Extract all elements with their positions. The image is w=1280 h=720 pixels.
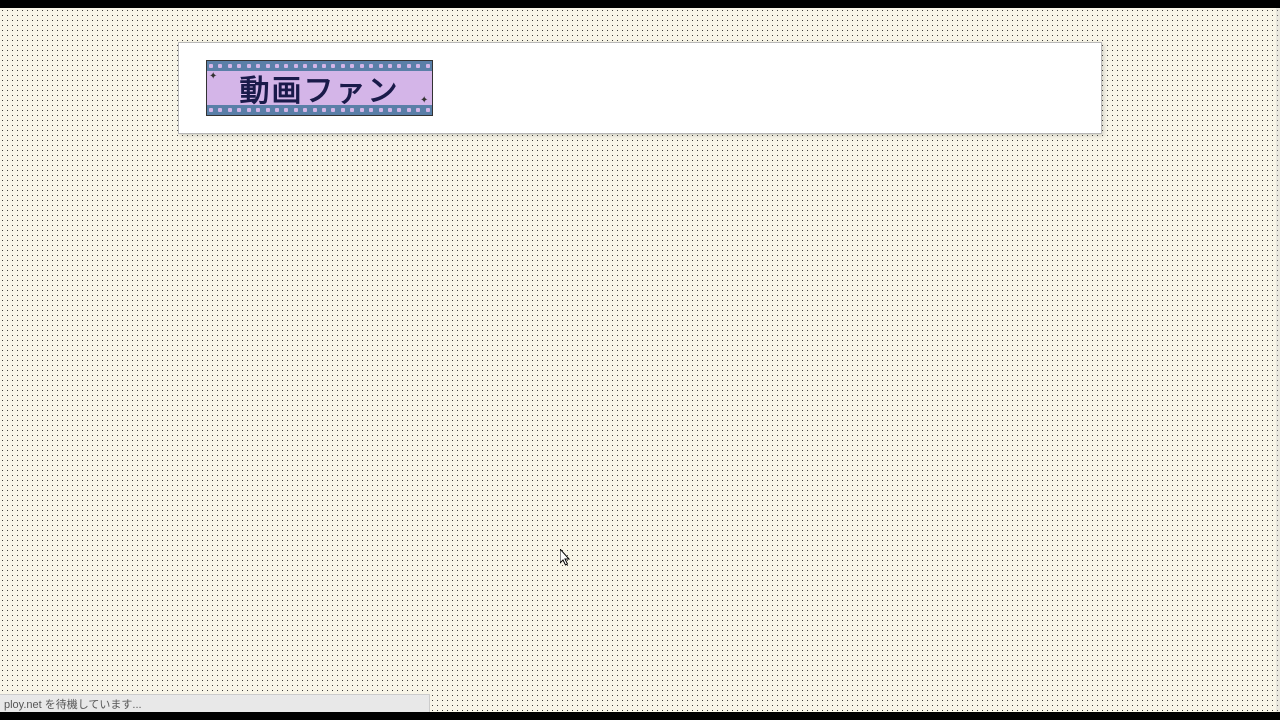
logo-graphic: ✦ ✦ 動画ファン: [207, 61, 432, 115]
browser-status-bar: ploy.net を待機しています...: [0, 694, 430, 712]
logo-text: 動画ファン: [207, 71, 432, 105]
site-logo[interactable]: ✦ ✦ 動画ファン: [206, 60, 433, 116]
header-panel: ✦ ✦ 動画ファン: [178, 42, 1102, 134]
letterbox-bottom: [0, 712, 1280, 720]
status-text: ploy.net を待機しています...: [4, 696, 142, 712]
letterbox-top: [0, 0, 1280, 8]
scrollbar-edge[interactable]: [1276, 8, 1280, 712]
